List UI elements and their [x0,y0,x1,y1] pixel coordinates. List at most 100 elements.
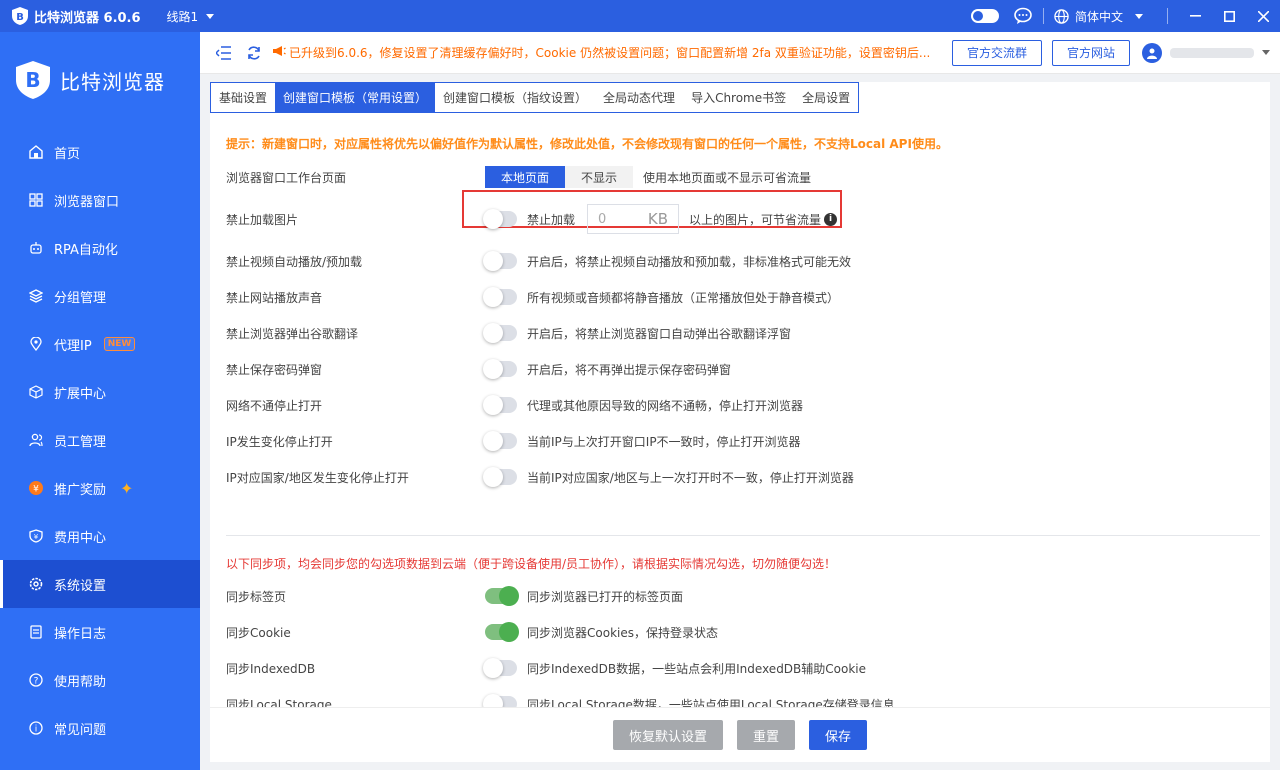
setting-desc: 以上的图片，可节省流量 [689,212,822,227]
sync-setting-switch[interactable] [485,622,519,642]
info-icon[interactable]: i [824,212,838,226]
sidebar-item-rewards[interactable]: ¥ 推广奖励 ✦ [0,464,200,512]
sync-setting-switch[interactable] [483,658,517,678]
workbench-option-hide[interactable]: 不显示 [565,166,634,188]
home-icon [28,144,44,160]
language-selector[interactable]: 简体中文 [1054,8,1143,25]
document-icon [28,624,44,640]
setting-desc: 代理或其他原因导致的网络不通畅，停止打开浏览器 [527,398,804,413]
setting-label: 网络不通停止打开 [226,398,323,413]
customer-service-icon[interactable] [1013,6,1033,26]
setting-row-workbench: 浏览器窗口工作台页面 本地页面 不显示 使用本地页面或不显示可省流量 [226,159,1256,195]
save-button[interactable]: 保存 [809,720,868,750]
setting-label: 禁止网站播放声音 [226,290,323,305]
official-website-button[interactable]: 官方网站 [1052,39,1131,66]
restore-defaults-button[interactable]: 恢复默认设置 [612,720,723,750]
workbench-segmented-control: 本地页面 不显示 [485,166,634,188]
divider [1042,8,1044,24]
settings-panel: 基础设置 创建窗口模板（常用设置） 创建窗口模板（指纹设置） 全局动态代理 导入… [210,82,1270,762]
minimize-button[interactable] [1178,0,1212,32]
image-size-input[interactable]: 0 KB [587,204,680,234]
sync-setting-switch[interactable] [485,586,519,606]
sync-warning: 以下同步项，均会同步您的勾选项数据到云端（便于跨设备使用/员工协作），请根据实际… [226,557,837,571]
setting-switch[interactable] [483,467,517,487]
block-images-switch[interactable] [483,209,517,229]
layers-icon [28,288,44,304]
sidebar-item-label: 首页 [54,146,81,162]
reset-button[interactable]: 重置 [736,720,795,750]
announcement-marquee[interactable]: 已升级到6.0.6，修复设置了清理缓存偏好时，Cookie 仍然被设置问题；窗口… [272,44,932,61]
refresh-icon[interactable] [244,43,264,63]
gear-icon [28,576,44,592]
tab-basic-settings[interactable]: 基础设置 [211,83,275,112]
sidebar-item-groups[interactable]: 分组管理 [0,272,200,320]
chevron-down-icon [206,13,215,19]
sidebar-item-help[interactable]: ? 使用帮助 [0,656,200,704]
sync-setting-row: 同步Local Storage 同步Local Storage数据，一些站点使用L… [226,686,1256,707]
svg-text:B: B [16,12,24,23]
sidebar-item-logs[interactable]: 操作日志 [0,608,200,656]
setting-row: 禁止浏览器弹出谷歌翻译 开启后，将禁止浏览器窗口自动弹出谷歌翻译浮窗 [226,315,1256,351]
setting-label: 禁止浏览器弹出谷歌翻译 [226,326,359,341]
sidebar-item-faq[interactable]: i 常见问题 [0,704,200,752]
sidebar-item-home[interactable]: 首页 [0,128,200,176]
setting-switch[interactable] [483,251,517,271]
setting-row: 网络不通停止打开 代理或其他原因导致的网络不通畅，停止打开浏览器 [226,387,1256,423]
app-title: 比特浏览器 6.0.6 [34,10,141,26]
setting-label: 同步Local Storage [226,697,332,708]
tab-import-chrome-bookmarks[interactable]: 导入Chrome书签 [683,83,794,112]
official-group-button[interactable]: 官方交流群 [952,39,1043,66]
sync-setting-row: 同步IndexedDB 同步IndexedDB数据，一些站点会利用IndexedD… [226,650,1256,686]
setting-desc: 同步浏览器已打开的标签页面 [527,589,684,604]
brand: B 比特浏览器 [0,32,200,128]
sidebar-item-proxy-ip[interactable]: 代理IP NEW [0,320,200,368]
chevron-down-icon [1262,50,1271,55]
sidebar-item-staff[interactable]: 员工管理 [0,416,200,464]
theme-toggle[interactable] [970,9,999,23]
setting-label: 同步IndexedDB [226,661,316,676]
sidebar-item-extensions[interactable]: 扩展中心 [0,368,200,416]
location-icon [28,336,44,352]
brand-name: 比特浏览器 [60,69,165,94]
sidebar-item-label: 浏览器窗口 [54,194,120,210]
app-logo-icon: B [12,7,28,25]
tab-global-settings[interactable]: 全局设置 [794,83,858,112]
image-size-unit: KB [647,210,669,228]
workbench-option-local[interactable]: 本地页面 [485,166,566,188]
sync-setting-row: 同步标签页 同步浏览器已打开的标签页面 [226,578,1256,614]
new-badge: NEW [103,337,136,351]
setting-desc: 当前IP对应国家/地区与上一次打开时不一致，停止打开浏览器 [527,470,854,485]
top-header: 已升级到6.0.6，修复设置了清理缓存偏好时，Cookie 仍然被设置问题；窗口… [200,32,1280,74]
line-selector[interactable]: 线路1 [167,8,215,25]
announcement-text: 已升级到6.0.6，修复设置了清理缓存偏好时，Cookie 仍然被设置问题；窗口… [289,46,931,60]
close-button[interactable] [1246,0,1280,32]
setting-desc: 禁止加载 [527,212,576,227]
setting-switch[interactable] [483,431,517,451]
maximize-button[interactable] [1212,0,1246,32]
setting-label: 禁止视频自动播放/预加载 [226,254,363,269]
setting-switch[interactable] [483,323,517,343]
gift-icon: ¥ [28,480,44,496]
setting-switch[interactable] [483,395,517,415]
setting-desc: 开启后，将禁止浏览器窗口自动弹出谷歌翻译浮窗 [527,326,792,341]
sidebar-item-settings[interactable]: 系统设置 [0,560,200,608]
sidebar-item-label: 操作日志 [54,626,107,642]
setting-switch[interactable] [483,359,517,379]
user-icon [1147,48,1158,59]
sidebar-item-billing[interactable]: ¥ 费用中心 [0,512,200,560]
setting-switch[interactable] [483,287,517,307]
sidebar-item-browser-windows[interactable]: 浏览器窗口 [0,176,200,224]
sync-setting-switch[interactable] [483,694,517,707]
sidebar-item-rpa[interactable]: RPA自动化 [0,224,200,272]
username-redacted [1170,47,1255,58]
tab-global-dynamic-proxy[interactable]: 全局动态代理 [595,83,683,112]
template-tip: 提示：新建窗口时，对应属性将优先以偏好值作为默认属性，修改此处值，不会修改现有窗… [226,137,948,151]
menu-collapse-icon[interactable] [214,43,234,63]
tab-window-template-common[interactable]: 创建窗口模板（常用设置） [275,83,436,112]
sidebar-item-label: 费用中心 [54,530,107,546]
svg-text:¥: ¥ [34,533,39,541]
setting-desc: 使用本地页面或不显示可省流量 [643,170,812,185]
tab-window-template-fingerprint[interactable]: 创建窗口模板（指纹设置） [435,83,595,112]
setting-desc: 开启后，将不再弹出提示保存密码弹窗 [527,362,732,377]
user-menu[interactable] [1142,42,1271,63]
